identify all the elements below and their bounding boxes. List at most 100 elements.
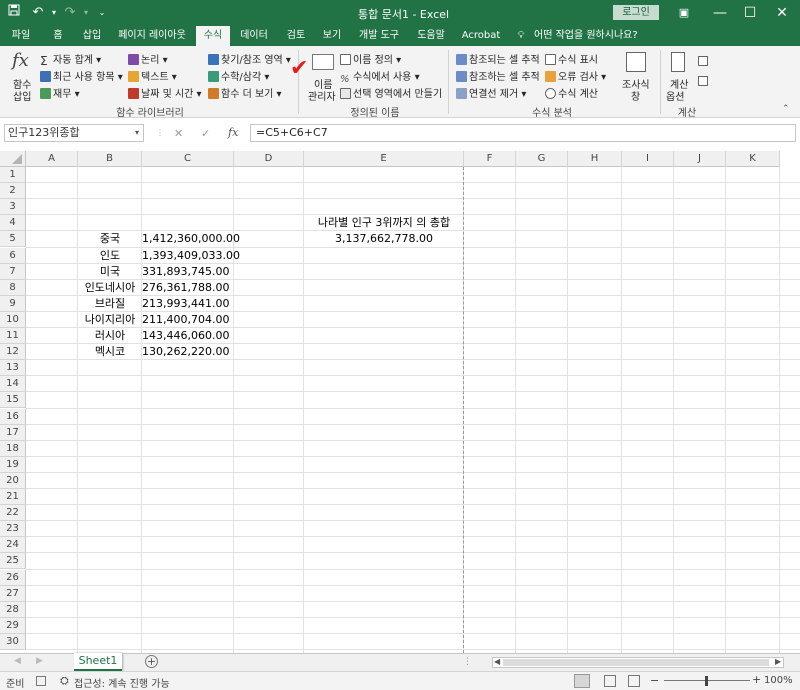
autosum-button[interactable]: Σ 자동 합계 ▾ (40, 51, 101, 68)
add-sheet-button[interactable]: + (145, 655, 158, 668)
sheet-tab[interactable]: Sheet1 (74, 653, 122, 671)
financial-button[interactable]: 재무 ▾ (40, 85, 80, 100)
prev-sheet-icon[interactable]: ◀ (14, 656, 21, 666)
column-header[interactable]: G (516, 151, 568, 167)
save-icon[interactable] (4, 3, 24, 23)
column-header[interactable]: B (78, 151, 142, 167)
row-header[interactable]: 6 (0, 247, 26, 264)
lookup-button[interactable]: 찾기/참조 영역 ▾ (208, 51, 291, 66)
more-functions-button[interactable]: 함수 더 보기 ▾ (208, 85, 282, 100)
row-header[interactable]: 26 (0, 569, 26, 586)
login-button[interactable]: 로그인 (613, 5, 659, 20)
trace-precedents-button[interactable]: 참조되는 셀 추적 (456, 51, 540, 66)
name-box-dropdown-icon[interactable]: ▾ (135, 125, 139, 141)
country-cell[interactable]: 미국 (78, 264, 142, 280)
row-header[interactable]: 27 (0, 585, 26, 602)
row-header[interactable]: 2 (0, 183, 26, 200)
row-header[interactable]: 5 (0, 231, 26, 248)
row-header[interactable]: 18 (0, 440, 26, 457)
row-header[interactable]: 25 (0, 553, 26, 570)
tab-view[interactable]: 보기 (318, 26, 346, 46)
tab-home[interactable]: 홈 (48, 26, 68, 46)
show-formulas-button[interactable]: 수식 표시 (545, 51, 598, 66)
population-cell[interactable]: 1,412,360,000.00 (142, 231, 240, 247)
page-break-view-icon[interactable] (628, 675, 640, 687)
zoom-level[interactable]: 100% (764, 675, 793, 686)
row-header[interactable]: 19 (0, 456, 26, 473)
zoom-slider-thumb[interactable] (705, 676, 708, 686)
population-cell[interactable]: 211,400,704.00 (142, 312, 229, 328)
row-header[interactable]: 8 (0, 279, 26, 296)
insert-function-label-2[interactable]: 삽입 (13, 88, 31, 103)
fx-icon[interactable]: fx (228, 126, 238, 139)
row-header[interactable]: 7 (0, 263, 26, 280)
customize-qat-icon[interactable]: ⌄ (92, 3, 112, 23)
next-sheet-icon[interactable]: ▶ (36, 656, 43, 666)
text-button[interactable]: 텍스트 ▾ (128, 68, 177, 83)
row-header[interactable]: 12 (0, 344, 26, 361)
evaluate-formula-button[interactable]: 수식 계산 (545, 85, 598, 100)
create-from-selection-button[interactable]: 선택 영역에서 만들기 (340, 85, 442, 100)
column-header[interactable]: I (622, 151, 674, 167)
row-header[interactable]: 30 (0, 633, 26, 650)
calc-options-label-2[interactable]: 옵션 (666, 88, 684, 103)
row-header[interactable]: 23 (0, 521, 26, 538)
population-cell[interactable]: 276,361,788.00 (142, 280, 229, 296)
tab-split-handle[interactable]: ⋮ (463, 657, 472, 667)
population-cell[interactable]: 143,446,060.00 (142, 328, 229, 344)
close-button[interactable]: ✕ (764, 0, 800, 26)
column-header[interactable]: F (464, 151, 516, 167)
country-cell[interactable]: 인도네시아 (78, 280, 142, 296)
tab-insert[interactable]: 삽입 (78, 26, 106, 46)
calc-sheet-icon[interactable] (698, 76, 708, 86)
logical-button[interactable]: 논리 ▾ (128, 51, 168, 66)
tab-help[interactable]: 도움말 (412, 26, 450, 46)
remove-arrows-button[interactable]: 연결선 제거 ▾ (456, 85, 526, 100)
trace-dependents-button[interactable]: 참조하는 셀 추적 (456, 68, 540, 83)
column-header[interactable]: J (674, 151, 726, 167)
scroll-right-icon[interactable]: ▶ (775, 657, 781, 666)
country-cell[interactable]: 러시아 (78, 328, 142, 344)
population-cell[interactable]: 331,893,745.00 (142, 264, 229, 280)
column-header[interactable]: K (726, 151, 780, 167)
normal-view-icon[interactable] (574, 674, 590, 688)
population-cell[interactable]: 130,262,220.00 (142, 344, 229, 360)
tell-me-box[interactable]: 어떤 작업을 원하시나요? (534, 26, 644, 46)
row-header[interactable]: 13 (0, 360, 26, 377)
column-header[interactable]: H (568, 151, 622, 167)
population-cell[interactable]: 1,393,409,033.00 (142, 248, 240, 264)
country-cell[interactable]: 브라질 (78, 296, 142, 312)
tab-file[interactable]: 파일 (6, 26, 36, 46)
zoom-in-icon[interactable]: + (752, 673, 761, 686)
population-cell[interactable]: 213,993,441.00 (142, 296, 229, 312)
row-header[interactable]: 21 (0, 489, 26, 506)
country-cell[interactable]: 나이지리아 (78, 312, 142, 328)
scrollbar-thumb[interactable] (503, 659, 769, 666)
name-manager-label-2[interactable]: 관리자 (308, 88, 336, 103)
column-header[interactable]: D (234, 151, 304, 167)
accessibility-icon[interactable]: ⛭ (60, 674, 69, 688)
country-cell[interactable]: 중국 (78, 231, 142, 247)
datetime-button[interactable]: 날짜 및 시간 ▾ (128, 85, 202, 100)
row-header[interactable]: 15 (0, 392, 26, 409)
tab-review[interactable]: 검토 (282, 26, 310, 46)
tab-formulas[interactable]: 수식 (196, 26, 230, 46)
row-header[interactable]: 4 (0, 215, 26, 232)
column-header[interactable]: E (304, 151, 464, 167)
row-header[interactable]: 1 (0, 167, 26, 184)
column-header[interactable]: C (142, 151, 234, 167)
watch-window-label-2[interactable]: 창 (631, 88, 640, 103)
country-cell[interactable]: 인도 (78, 248, 142, 264)
recent-button[interactable]: 최근 사용 항목 ▾ (40, 68, 123, 83)
country-cell[interactable]: 멕시코 (78, 344, 142, 360)
row-header[interactable]: 16 (0, 408, 26, 425)
cell-E4[interactable]: 나라별 인구 3위까지 의 총합 (304, 215, 464, 231)
row-header[interactable]: 3 (0, 199, 26, 216)
formula-input[interactable]: =C5+C6+C7 (250, 124, 796, 142)
column-header[interactable]: A (26, 151, 78, 167)
row-header[interactable]: 24 (0, 537, 26, 554)
enter-icon[interactable]: ✓ (201, 127, 210, 140)
cell-E5[interactable]: 3,137,662,778.00 (304, 231, 464, 247)
horizontal-scrollbar[interactable] (492, 657, 784, 668)
error-check-button[interactable]: 오류 검사 ▾ (545, 68, 606, 83)
